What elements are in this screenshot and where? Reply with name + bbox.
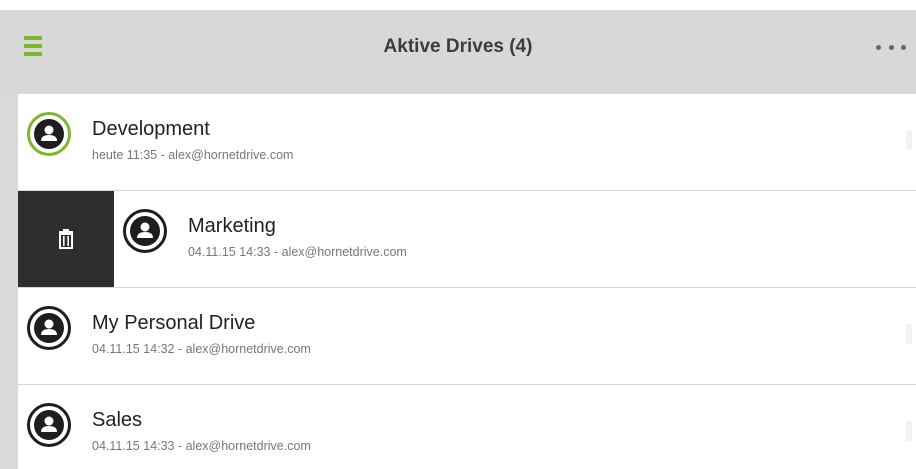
more-options-icon[interactable] [876, 40, 906, 54]
drive-row-marketing[interactable]: Marketing 04.11.15 14:33 - alex@hornetdr… [18, 191, 916, 288]
row-handle [906, 324, 912, 344]
user-icon [27, 306, 71, 350]
drive-list: Development heute 11:35 - alex@hornetdri… [18, 94, 916, 469]
row-handle [906, 421, 912, 441]
drive-row-my-personal-drive[interactable]: My Personal Drive 04.11.15 14:32 - alex@… [18, 288, 916, 385]
drive-row-development[interactable]: Development heute 11:35 - alex@hornetdri… [18, 94, 916, 191]
trash-icon [59, 229, 73, 249]
drive-meta: 04.11.15 14:32 - alex@hornetdrive.com [92, 342, 311, 356]
drive-meta: 04.11.15 14:33 - alex@hornetdrive.com [188, 245, 407, 259]
row-handle [906, 130, 912, 150]
drive-name: My Personal Drive [92, 312, 256, 334]
drive-name: Marketing [188, 215, 276, 237]
user-icon [27, 403, 71, 447]
user-icon [123, 209, 167, 253]
drive-row-sales[interactable]: Sales 04.11.15 14:33 - alex@hornetdrive.… [18, 385, 916, 469]
user-icon [27, 112, 71, 156]
drive-meta: 04.11.15 14:33 - alex@hornetdrive.com [92, 439, 311, 453]
drive-name: Development [92, 118, 210, 140]
top-bar: Aktive Drives (4) [0, 0, 916, 94]
drive-meta: heute 11:35 - alex@hornetdrive.com [92, 148, 294, 162]
delete-button[interactable] [18, 191, 114, 287]
drive-name: Sales [92, 409, 143, 431]
app-frame: Aktive Drives (4) Development heute 11:3… [0, 0, 916, 469]
page-title: Aktive Drives (4) [383, 36, 533, 57]
hamburger-menu-icon[interactable] [24, 36, 44, 58]
